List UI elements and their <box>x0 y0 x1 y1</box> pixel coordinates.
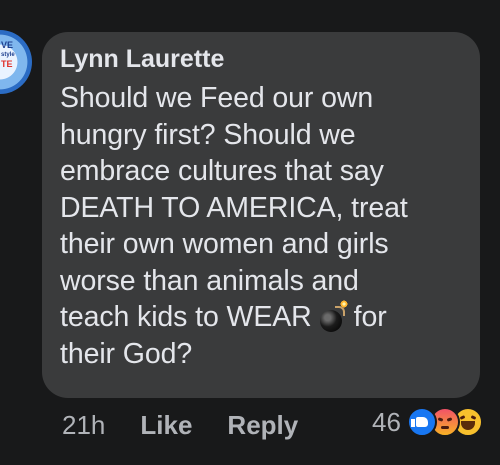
avatar-text-bot: TE <box>1 59 13 69</box>
like-reaction-icon <box>406 407 437 437</box>
comment-line: embrace cultures that say <box>60 155 384 187</box>
comment-line: worse than animals and <box>60 264 359 297</box>
reaction-count: 46 <box>372 406 401 437</box>
bomb-icon <box>319 300 348 332</box>
avatar-text-top: VE <box>1 40 14 50</box>
comment-line: their God? <box>60 337 193 370</box>
comment-text: Should we Feed our own hungry first? Sho… <box>60 80 464 372</box>
comment-line-part: teach kids to WEAR <box>60 301 312 333</box>
comment-line: DEATH TO AMERICA, treat <box>60 191 408 224</box>
avatar-text-mid: style <box>1 52 15 58</box>
comment-author[interactable]: Lynn Laurette <box>60 44 464 74</box>
comment-bubble: Lynn Laurette Should we Feed our own hun… <box>42 32 480 398</box>
comment-timestamp[interactable]: 21h <box>62 410 105 441</box>
comment-actions: 21h Like Reply <box>62 408 298 442</box>
avatar[interactable]: VE style TE <box>0 30 32 94</box>
reactions-summary[interactable]: 46 <box>372 404 483 440</box>
comment-line-part: for <box>353 301 387 333</box>
comment-line: Should we Feed our own <box>60 82 374 114</box>
comment-line: their own women and girls <box>60 228 389 260</box>
reply-button[interactable]: Reply <box>227 410 298 441</box>
comment-line: hungry first? Should we <box>60 118 356 151</box>
comment-line: teach kids to WEAR for <box>60 299 464 336</box>
like-button[interactable]: Like <box>140 410 192 441</box>
